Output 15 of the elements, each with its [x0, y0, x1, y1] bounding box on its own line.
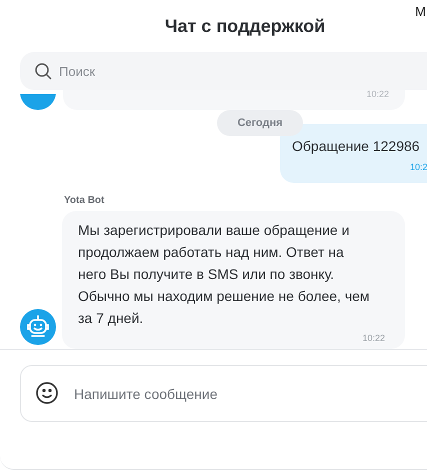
message-time: 10:2: [409, 161, 427, 174]
avatar-icon: [20, 94, 56, 110]
date-label: Сегодня: [217, 110, 303, 136]
search-field[interactable]: Поиск: [20, 52, 427, 90]
window-title: Чат с поддержкой: [164, 14, 326, 38]
robot-avatar-icon: [20, 309, 56, 345]
corner-text: М: [415, 3, 426, 21]
sender-name: Yota Bot: [63, 194, 106, 208]
message-input[interactable]: Напишите сообщение: [20, 365, 427, 422]
message-time: 10:22: [366, 90, 389, 99]
emoji-icon[interactable]: [35, 381, 59, 405]
search-icon: [34, 62, 52, 80]
message-text: Мы зарегистрировали ваше обращение и продолжаем работать над ним. Ответ на него Вы получите в SMS или по звонку. Обычно мы находим решение не более, чем за 7 дней.: [78, 220, 370, 328]
message-text: Обращение 122986: [292, 137, 421, 156]
message-time: 10:22: [362, 332, 385, 344]
